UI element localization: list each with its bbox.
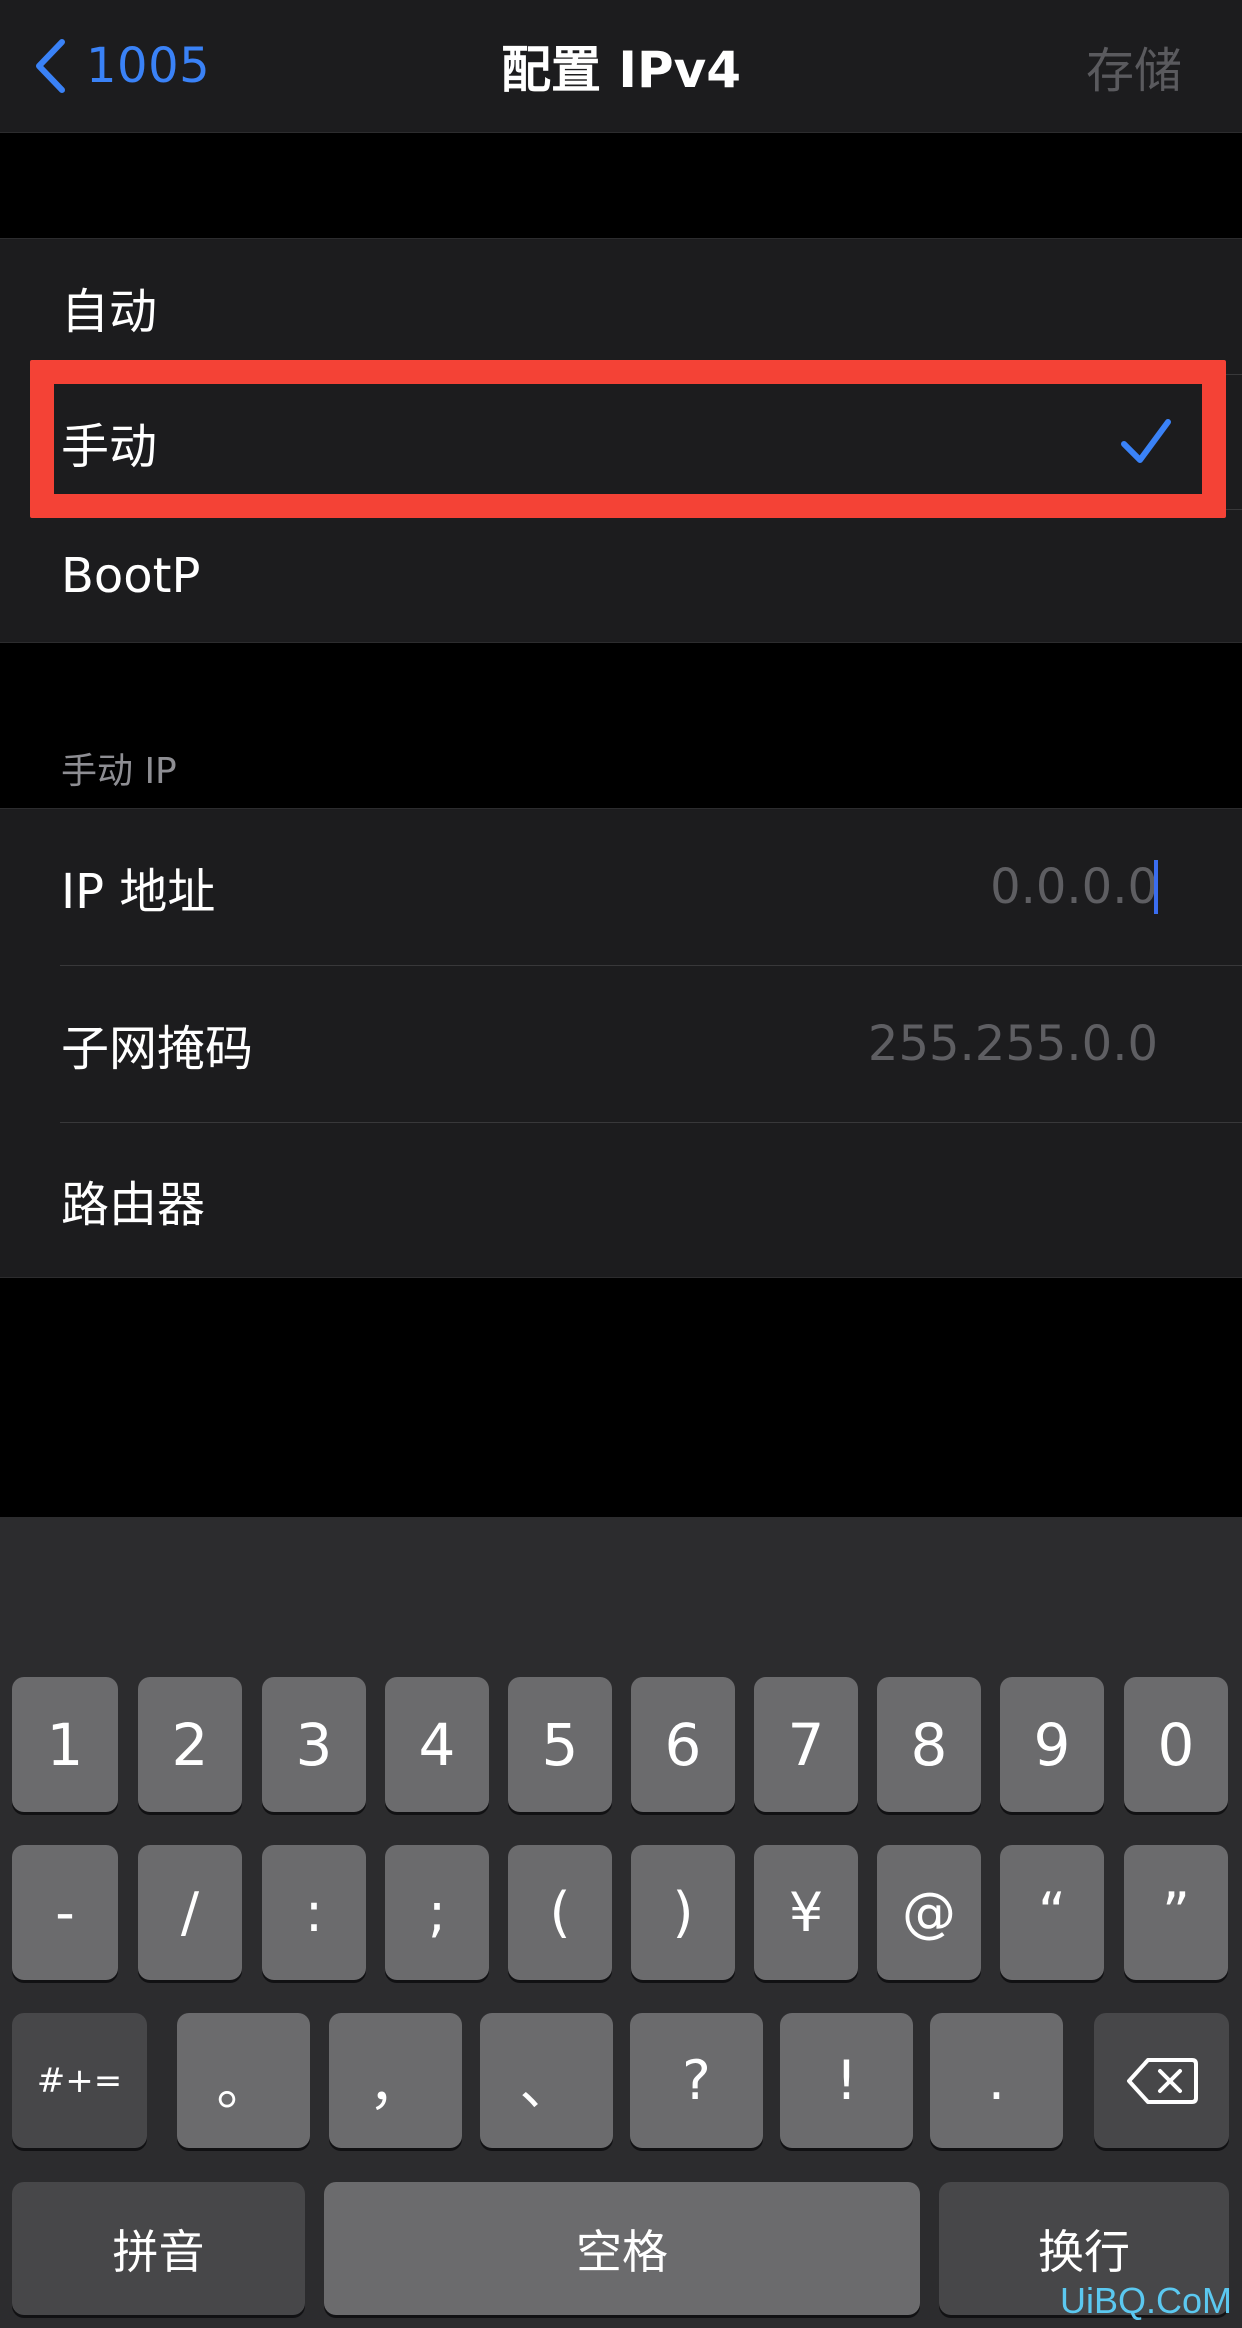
key-7[interactable]: 7 — [754, 1677, 858, 1812]
key-semicolon[interactable]: ; — [385, 1845, 489, 1980]
option-label: BootP — [61, 548, 201, 604]
key-4[interactable]: 4 — [385, 1677, 489, 1812]
manual-ip-group: IP 地址 0.0.0.0 子网掩码 255.255.0.0 路由器 — [0, 808, 1242, 1278]
key-right-paren[interactable]: ) — [631, 1845, 735, 1980]
key-more-symbols[interactable]: #+= — [12, 2013, 147, 2148]
key-hyphen[interactable]: - — [12, 1845, 118, 1980]
key-9[interactable]: 9 — [1000, 1677, 1104, 1812]
subnet-mask-field[interactable]: 子网掩码 255.255.0.0 — [0, 966, 1242, 1122]
watermark: UiBQ.CoM — [1059, 2280, 1232, 2321]
delete-backspace-icon — [1126, 2057, 1198, 2104]
key-chinese-period[interactable]: 。 — [177, 2013, 310, 2148]
key-1[interactable]: 1 — [12, 1677, 118, 1812]
option-automatic[interactable]: 自动 — [0, 239, 1242, 374]
field-label: 路由器 — [61, 1177, 206, 1233]
option-label: 自动 — [61, 283, 158, 340]
space-button[interactable]: 空格 — [324, 2182, 920, 2315]
key-enumeration-comma[interactable]: 、 — [480, 2013, 613, 2148]
key-at[interactable]: @ — [877, 1845, 981, 1980]
chevron-left-icon — [36, 39, 65, 93]
save-button[interactable]: 存储 — [1086, 0, 1182, 132]
key-slash[interactable]: / — [138, 1845, 242, 1980]
option-bootp[interactable]: BootP — [0, 510, 1242, 642]
key-right-quote[interactable]: ” — [1124, 1845, 1228, 1980]
ip-address-field[interactable]: IP 地址 0.0.0.0 — [0, 809, 1242, 965]
back-button[interactable]: 1005 — [34, 0, 210, 132]
key-3[interactable]: 3 — [262, 1677, 366, 1812]
delete-button[interactable] — [1094, 2013, 1229, 2148]
key-2[interactable]: 2 — [138, 1677, 242, 1812]
key-6[interactable]: 6 — [631, 1677, 735, 1812]
navigation-bar: 1005 配置 IPv4 存储 — [0, 0, 1242, 133]
section-header-manual-ip: 手动 IP — [61, 751, 177, 792]
key-yen[interactable]: ¥ — [754, 1845, 858, 1980]
field-label: IP 地址 — [61, 864, 216, 920]
key-question[interactable]: ? — [630, 2013, 763, 2148]
back-button-label: 1005 — [86, 38, 211, 94]
key-left-paren[interactable]: ( — [508, 1845, 612, 1980]
highlight-annotation-box — [30, 360, 1226, 518]
key-chinese-comma[interactable]: ， — [329, 2013, 462, 2148]
ip-address-input[interactable]: 0.0.0.0 — [990, 859, 1158, 915]
subnet-mask-input[interactable]: 255.255.0.0 — [868, 1016, 1158, 1072]
text-cursor — [1154, 860, 1158, 914]
pinyin-button[interactable]: 拼音 — [12, 2182, 305, 2315]
keyboard: 1 2 3 4 5 6 7 8 9 0 - / : ; ( ) ¥ @ “ ” … — [0, 1517, 1242, 2328]
router-field[interactable]: 路由器 — [0, 1123, 1242, 1277]
key-left-quote[interactable]: “ — [1000, 1845, 1104, 1980]
key-0[interactable]: 0 — [1124, 1677, 1228, 1812]
key-period[interactable]: . — [930, 2013, 1063, 2148]
key-exclamation[interactable]: ! — [780, 2013, 913, 2148]
key-colon[interactable]: : — [262, 1845, 366, 1980]
key-8[interactable]: 8 — [877, 1677, 981, 1812]
field-label: 子网掩码 — [61, 1021, 254, 1077]
key-5[interactable]: 5 — [508, 1677, 612, 1812]
